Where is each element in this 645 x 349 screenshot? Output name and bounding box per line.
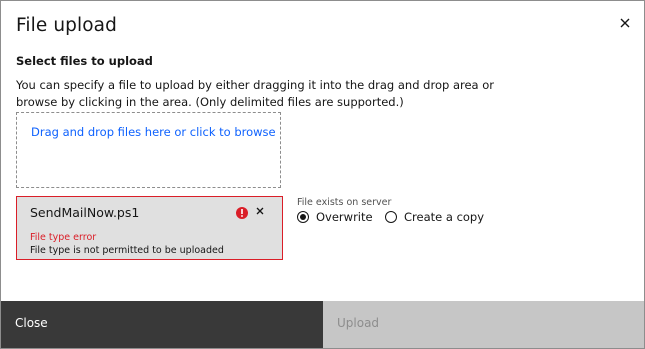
file-upload-modal: File upload Select files to upload You c… bbox=[0, 0, 645, 349]
radio-create-copy-label: Create a copy bbox=[404, 210, 485, 224]
close-button-label: Close bbox=[15, 316, 48, 330]
radio-overwrite-label: Overwrite bbox=[316, 210, 373, 224]
modal-title: File upload bbox=[16, 15, 117, 36]
radio-create-copy[interactable]: Create a copy bbox=[385, 210, 484, 224]
error-title: File type error bbox=[30, 232, 97, 243]
modal-footer: Close Upload bbox=[1, 301, 644, 348]
upload-button-label: Upload bbox=[337, 316, 380, 330]
radio-overwrite[interactable]: Overwrite bbox=[297, 210, 373, 224]
conflict-legend: File exists on server bbox=[297, 197, 392, 208]
upload-button[interactable]: Upload bbox=[323, 301, 644, 348]
file-name: SendMailNow.ps1 bbox=[30, 205, 140, 220]
file-item: SendMailNow.ps1 File type error File typ… bbox=[16, 196, 283, 260]
radio-selected-icon[interactable] bbox=[297, 211, 309, 223]
close-icon[interactable] bbox=[615, 13, 635, 33]
radio-unselected-icon[interactable] bbox=[385, 211, 397, 223]
upload-description: You can specify a file to upload by eith… bbox=[16, 78, 495, 109]
error-icon bbox=[235, 205, 249, 219]
section-title: Select files to upload bbox=[16, 54, 153, 68]
dropzone-link[interactable]: Drag and drop files here or click to bro… bbox=[31, 125, 276, 139]
close-button[interactable]: Close bbox=[1, 301, 323, 348]
drag-drop-area[interactable]: Drag and drop files here or click to bro… bbox=[16, 112, 281, 188]
error-message: File type is not permitted to be uploade… bbox=[30, 245, 224, 256]
remove-file-icon[interactable] bbox=[253, 204, 267, 218]
